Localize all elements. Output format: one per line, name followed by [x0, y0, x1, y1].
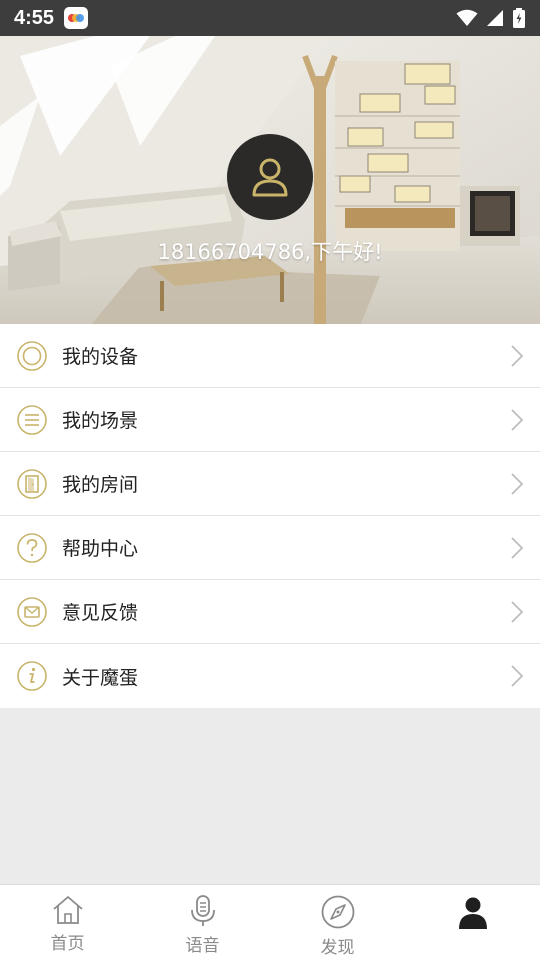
menu-item-label: 我的场景 [62, 410, 139, 432]
battery-icon [513, 8, 525, 28]
menu-item-about[interactable]: 关于魔蛋 [0, 644, 540, 708]
menu-item-my-rooms[interactable]: 我的房间 [0, 452, 540, 516]
chevron-right-icon [511, 537, 524, 559]
menu-item-my-scenes[interactable]: 我的场景 [0, 388, 540, 452]
chevron-right-icon [511, 345, 524, 367]
wifi-icon [456, 9, 478, 26]
avatar[interactable] [227, 134, 313, 220]
compass-icon [321, 895, 354, 929]
nav-tab-label: 首页 [50, 934, 85, 954]
status-bar: 4:55 [0, 0, 540, 36]
nav-tab-voice[interactable]: 语音 [135, 885, 270, 960]
menu-item-label: 我的设备 [62, 346, 139, 368]
user-icon [252, 158, 288, 197]
feedback-icon [16, 596, 48, 628]
home-icon [52, 896, 83, 924]
room-icon [16, 468, 48, 500]
profile-header: 18166704786,下午好! [0, 36, 540, 324]
scene-icon [16, 404, 48, 436]
about-icon [16, 660, 48, 692]
nav-tab-label: 发现 [320, 938, 355, 958]
app-notification-icon [64, 7, 89, 29]
chevron-right-icon [511, 665, 524, 687]
chevron-right-icon [511, 409, 524, 431]
menu-item-label: 关于魔蛋 [62, 666, 139, 689]
settings-menu: 我的设备 我的场景 我的房间 帮助中心 意见反馈 关于魔蛋 [0, 324, 540, 708]
chevron-right-icon [511, 601, 524, 623]
greeting-text: 18166704786,下午好! [157, 240, 383, 264]
menu-item-feedback[interactable]: 意见反馈 [0, 580, 540, 644]
status-time: 4:55 [14, 6, 55, 29]
chevron-right-icon [511, 473, 524, 495]
menu-item-my-devices[interactable]: 我的设备 [0, 324, 540, 388]
help-icon [16, 532, 48, 564]
signal-icon [487, 10, 503, 26]
nav-tab-label: 语音 [185, 936, 220, 956]
device-icon [16, 340, 48, 372]
menu-item-label: 帮助中心 [62, 538, 139, 560]
nav-tab-home[interactable]: 首页 [0, 885, 135, 960]
menu-item-label: 我的房间 [62, 474, 139, 496]
bottom-navigation: 首页 语音 发现 [0, 884, 540, 960]
menu-item-label: 意见反馈 [62, 602, 139, 624]
microphone-icon [190, 895, 215, 926]
nav-tab-discover[interactable]: 发现 [270, 885, 405, 960]
nav-tab-profile[interactable] [405, 885, 540, 960]
menu-item-help-center[interactable]: 帮助中心 [0, 516, 540, 580]
person-icon [458, 897, 487, 929]
